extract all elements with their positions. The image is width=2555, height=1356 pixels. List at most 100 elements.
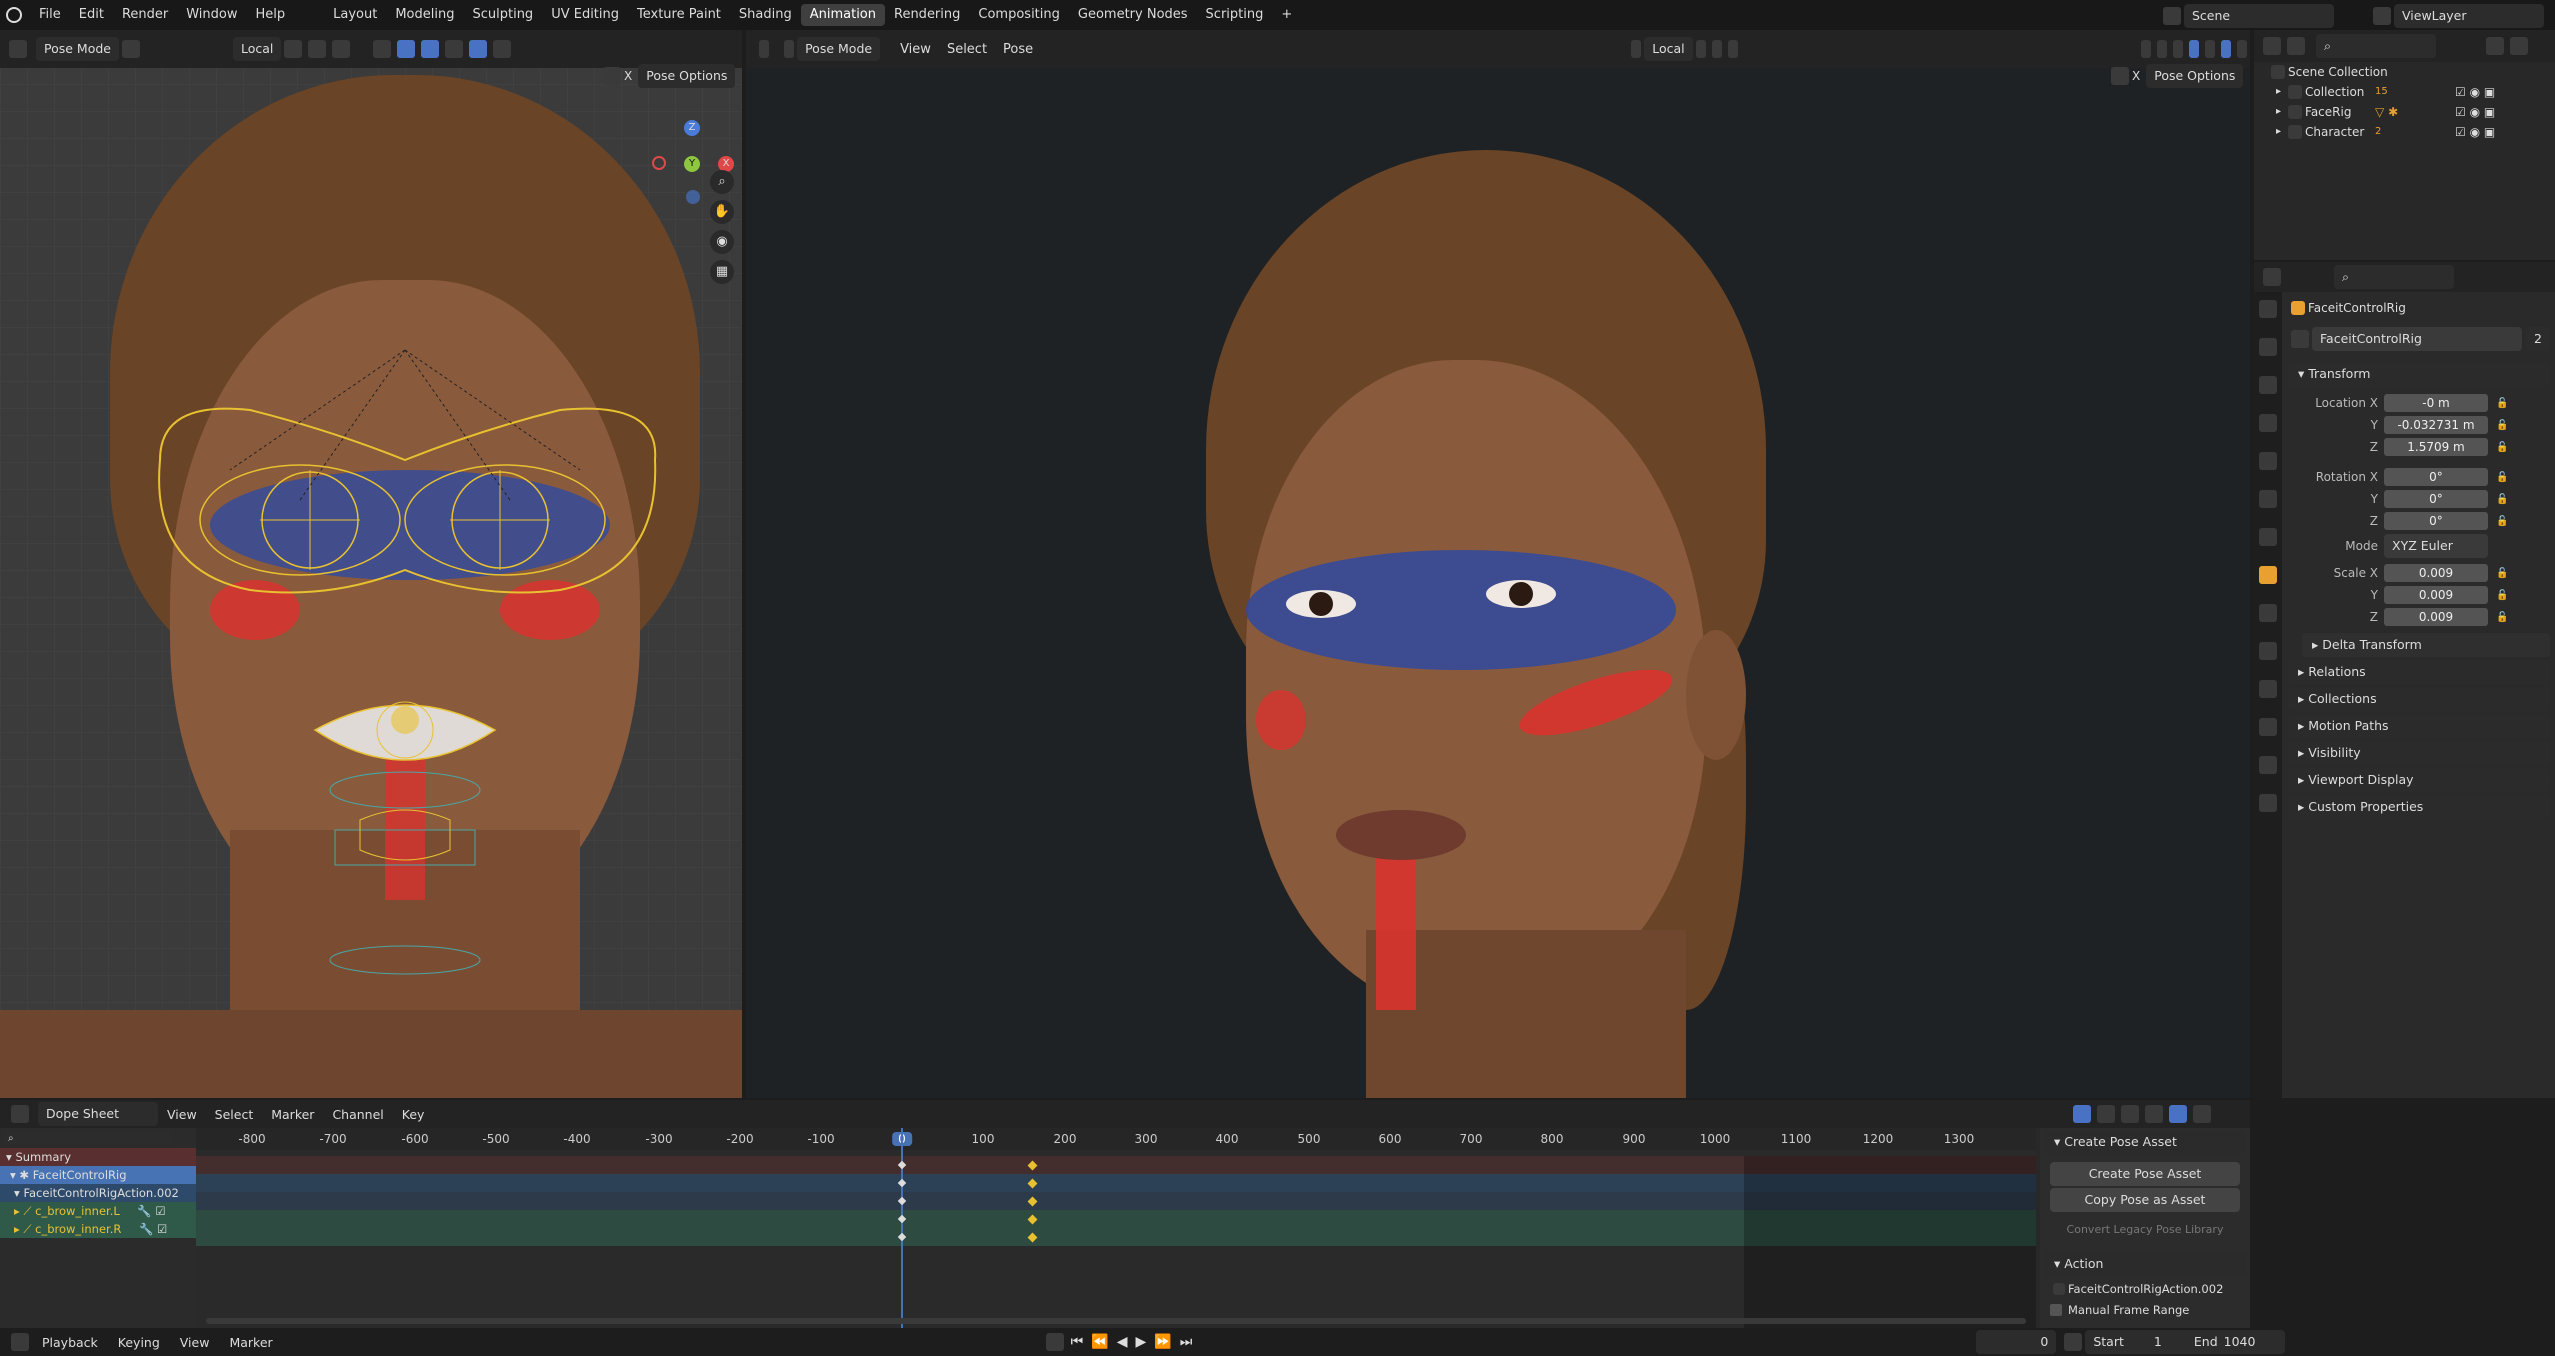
tab-uv-editing[interactable]: UV Editing <box>542 0 628 30</box>
lock-icon[interactable]: 🔓 <box>2496 420 2508 431</box>
ds-menu-view[interactable]: View <box>158 1107 206 1122</box>
viewport-display-section[interactable]: ▸ Viewport Display <box>2288 768 2550 792</box>
tab-compositing[interactable]: Compositing <box>969 0 1069 30</box>
frame-ruler[interactable]: -800 -700 -600 -500 -400 -300 -200 -100 … <box>196 1128 2036 1150</box>
outliner-item-facerig[interactable]: ▸ FaceRig ▽ ✱ ☑ ◉ ▣ <box>2254 102 2555 122</box>
create-pose-asset-button[interactable]: Create Pose Asset <box>2050 1162 2240 1186</box>
texture-tab-icon[interactable] <box>2259 794 2277 812</box>
channel-search-input[interactable]: ⌕ <box>4 1130 172 1146</box>
mirror-x-label[interactable]: X <box>624 69 632 83</box>
prev-key-icon[interactable]: ⏪ <box>1087 1334 1112 1350</box>
clock-icon[interactable] <box>2064 1333 2083 1351</box>
tool-tab-icon[interactable] <box>2259 300 2277 318</box>
tab-animation[interactable]: Animation <box>800 4 885 26</box>
visibility-toggles[interactable]: ☑ ◉ ▣ <box>2455 122 2495 142</box>
shading-wire-icon[interactable] <box>2204 40 2215 58</box>
ghost-icon[interactable] <box>2097 1105 2116 1123</box>
outliner-root[interactable]: Scene Collection <box>2254 62 2555 82</box>
visibility-section[interactable]: ▸ Visibility <box>2288 741 2550 765</box>
channel-toggles[interactable]: 🔧 ☑ <box>137 1204 165 1218</box>
channel-search[interactable]: ⌕ <box>0 1128 196 1148</box>
ds-menu-marker[interactable]: Marker <box>262 1107 323 1122</box>
channel-summary[interactable]: ▾ Summary <box>0 1148 196 1166</box>
scene-tab-icon[interactable] <box>2259 452 2277 470</box>
scene-selector[interactable]: Scene <box>2160 4 2334 28</box>
new-collection-icon[interactable] <box>2510 37 2528 55</box>
convert-legacy-button[interactable]: Convert Legacy Pose Library <box>2050 1218 2240 1242</box>
menu-select[interactable]: Select <box>939 42 995 57</box>
shading-render-icon[interactable] <box>2237 40 2248 58</box>
zoom-icon[interactable]: ⌕ <box>710 170 734 194</box>
orientation-dropdown-right[interactable]: Local <box>1644 37 1693 61</box>
pan-hand-icon[interactable]: ✋ <box>710 200 734 224</box>
jump-start-icon[interactable]: ⏮ <box>1067 1334 1088 1350</box>
play-reverse-icon[interactable]: ◀ <box>1113 1334 1132 1350</box>
timeline-menu-view[interactable]: View <box>170 1335 220 1350</box>
filter-icon[interactable] <box>2486 37 2504 55</box>
auto-snap-icon[interactable] <box>2169 1105 2188 1123</box>
menu-file[interactable]: File <box>30 0 70 30</box>
tab-layout[interactable]: Layout <box>324 0 386 30</box>
view-layer-tab-icon[interactable] <box>2259 414 2277 432</box>
timeline-menu-marker[interactable]: Marker <box>219 1335 282 1350</box>
expand-icon[interactable]: ▸ <box>2276 102 2281 122</box>
snap-icon[interactable] <box>308 40 327 58</box>
gizmo-neg-x[interactable] <box>652 156 666 170</box>
location-x-field[interactable]: -0 m <box>2384 394 2488 412</box>
gizmo-neg-z[interactable] <box>686 190 700 204</box>
mode-dropdown[interactable]: Pose Mode <box>36 37 119 61</box>
pivot-icon[interactable] <box>284 40 303 58</box>
snap-icon-right[interactable] <box>1711 40 1722 58</box>
channel-toggles[interactable]: 🔧 ☑ <box>139 1222 167 1236</box>
tab-texture-paint[interactable]: Texture Paint <box>628 0 730 30</box>
menu-help[interactable]: Help <box>247 0 295 30</box>
scale-y-field[interactable]: 0.009 <box>2384 586 2488 604</box>
overlay-icon[interactable] <box>421 40 440 58</box>
menu-render[interactable]: Render <box>113 0 177 30</box>
location-y-field[interactable]: -0.032731 m <box>2384 416 2488 434</box>
rotation-x-field[interactable]: 0° <box>2384 468 2488 486</box>
proportional-icon[interactable] <box>332 40 351 58</box>
pose-options-button[interactable]: Pose Options <box>638 64 736 88</box>
properties-search[interactable]: ⌕ <box>2334 265 2454 289</box>
xray-icon[interactable] <box>445 40 464 58</box>
mode-dropdown-right[interactable]: Pose Mode <box>797 37 881 61</box>
filter-icon-ds[interactable] <box>2145 1105 2164 1123</box>
location-z-field[interactable]: 1.5709 m <box>2384 438 2488 456</box>
expand-icon[interactable]: ▸ <box>2276 82 2281 102</box>
dope-sheet-editor-icon[interactable] <box>11 1105 29 1123</box>
scene-name[interactable]: Scene <box>2184 4 2334 28</box>
editor-type-icon-right[interactable] <box>759 40 770 58</box>
tab-sculpting[interactable]: Sculpting <box>463 0 542 30</box>
mirror-icon[interactable] <box>603 67 621 85</box>
add-workspace-icon[interactable]: + <box>1272 0 1301 30</box>
menu-view[interactable]: View <box>892 42 939 57</box>
scale-x-field[interactable]: 0.009 <box>2384 564 2488 582</box>
tab-shading[interactable]: Shading <box>730 0 801 30</box>
lock-icon[interactable]: 🔓 <box>2496 516 2508 527</box>
datablock-icon[interactable] <box>2291 330 2309 348</box>
only-selected-icon[interactable] <box>2073 1105 2092 1123</box>
dope-sheet-mode[interactable]: Dope Sheet <box>38 1102 158 1126</box>
menu-window[interactable]: Window <box>177 0 246 30</box>
users-count[interactable]: 2 <box>2526 327 2550 351</box>
channel-bone-r[interactable]: ▸ ⟋ c_brow_inner.R 🔧 ☑ <box>0 1220 196 1238</box>
keyframe-area[interactable]: -800 -700 -600 -500 -400 -300 -200 -100 … <box>196 1128 2036 1328</box>
relations-section[interactable]: ▸ Relations <box>2288 660 2550 684</box>
grid-icon[interactable]: ▦ <box>710 260 734 284</box>
overlay-icon-right[interactable] <box>2172 40 2183 58</box>
errors-icon[interactable] <box>2121 1105 2140 1123</box>
mirror-x-label-right[interactable]: X <box>2132 69 2140 83</box>
shading-material-icon[interactable] <box>493 40 512 58</box>
outliner-item-collection[interactable]: ▸ Collection 15 ☑ ◉ ▣ <box>2254 82 2555 102</box>
ds-menu-channel[interactable]: Channel <box>323 1107 392 1122</box>
lock-icon[interactable]: 🔓 <box>2496 398 2508 409</box>
bone-tab-icon[interactable] <box>2259 756 2277 774</box>
visibility-toggles[interactable]: ☑ ◉ ▣ <box>2455 82 2495 102</box>
manual-range-row[interactable]: Manual Frame Range <box>2040 1300 2250 1320</box>
modifier-tab-icon[interactable] <box>2259 604 2277 622</box>
pivot-icon-right[interactable] <box>1695 40 1706 58</box>
constraints-tab-icon[interactable] <box>2259 680 2277 698</box>
render-tab-icon[interactable] <box>2259 338 2277 356</box>
lock-icon[interactable]: 🔓 <box>2496 442 2508 453</box>
